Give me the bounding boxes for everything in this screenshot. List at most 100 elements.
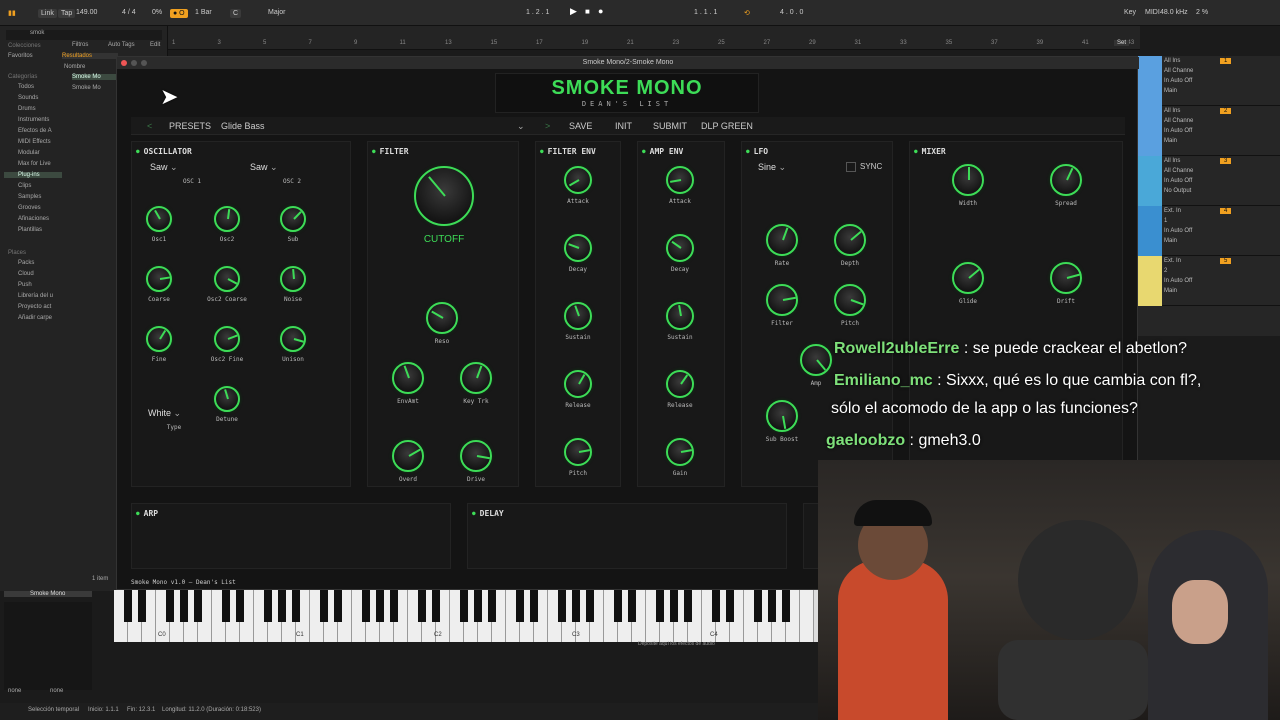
release-knob[interactable]: [564, 370, 592, 398]
filters-button[interactable]: Filtros: [72, 42, 88, 48]
track-clip[interactable]: [1138, 256, 1162, 306]
track-channel[interactable]: 1: [1164, 218, 1167, 224]
name-column-header[interactable]: Nombre: [64, 64, 85, 70]
tap-button[interactable]: Tap: [58, 9, 76, 18]
category-sounds[interactable]: Sounds: [4, 95, 62, 101]
track-channel[interactable]: All Channe: [1164, 68, 1193, 74]
quantize-select[interactable]: 1 Bar: [195, 9, 212, 16]
black-key[interactable]: [138, 590, 146, 622]
place-packs[interactable]: Packs: [4, 260, 34, 266]
black-key[interactable]: [572, 590, 580, 622]
black-key[interactable]: [124, 590, 132, 622]
black-key[interactable]: [656, 590, 664, 622]
black-key[interactable]: [586, 590, 594, 622]
prev-preset-button[interactable]: <: [147, 121, 152, 131]
black-key[interactable]: [194, 590, 202, 622]
place-a-adir-carpe[interactable]: Añadir carpe: [4, 315, 52, 321]
category-clips[interactable]: Clips: [4, 183, 62, 189]
osc1-knob[interactable]: [146, 206, 172, 232]
lfo-shape-select[interactable]: Sine: [758, 162, 830, 173]
black-key[interactable]: [628, 590, 636, 622]
loop-start[interactable]: 1 . 1 . 1: [694, 9, 717, 16]
black-key[interactable]: [670, 590, 678, 622]
black-key[interactable]: [292, 590, 300, 622]
black-key[interactable]: [390, 590, 398, 622]
track-monitor[interactable]: In Auto Off: [1164, 278, 1192, 284]
category-instruments[interactable]: Instruments: [4, 117, 62, 123]
black-key[interactable]: [684, 590, 692, 622]
autotags-button[interactable]: Auto Tags: [108, 42, 135, 48]
arrangement-position[interactable]: 1 . 2 . 1: [526, 9, 549, 16]
track-output[interactable]: No Output: [1164, 188, 1191, 194]
black-key[interactable]: [768, 590, 776, 622]
track-number[interactable]: 4: [1220, 208, 1232, 214]
black-key[interactable]: [782, 590, 790, 622]
tempo-field[interactable]: 149.00: [76, 9, 97, 16]
black-key[interactable]: [264, 590, 272, 622]
favorites-item[interactable]: Favoritos: [8, 53, 33, 59]
place-proyecto-act[interactable]: Proyecto act: [4, 304, 51, 310]
track-monitor[interactable]: In Auto Off: [1164, 128, 1192, 134]
loop-icon[interactable]: ⟲: [744, 9, 750, 17]
minimize-window-icon[interactable]: [131, 60, 137, 66]
black-key[interactable]: [432, 590, 440, 622]
detune-knob[interactable]: [214, 386, 240, 412]
output-select[interactable]: none: [50, 688, 63, 694]
glide-knob[interactable]: [952, 262, 984, 294]
track-input[interactable]: All Ins: [1164, 108, 1180, 114]
black-key[interactable]: [530, 590, 538, 622]
track-input[interactable]: All Ins: [1164, 158, 1180, 164]
category-afinaciones[interactable]: Afinaciones: [4, 216, 62, 222]
track-input[interactable]: All Ins: [1164, 58, 1180, 64]
device-chain-header[interactable]: Smoke Mono: [4, 591, 92, 597]
osc2-coarse-knob[interactable]: [214, 266, 240, 292]
track-number[interactable]: 3: [1220, 158, 1232, 164]
category-modular[interactable]: Modular: [4, 150, 62, 156]
pitch-knob[interactable]: [564, 438, 592, 466]
gain-knob[interactable]: [666, 438, 694, 466]
sub-boost-knob[interactable]: [766, 400, 798, 432]
presets-button[interactable]: PRESETS: [169, 121, 211, 131]
track-input[interactable]: Ext. In: [1164, 258, 1181, 264]
black-key[interactable]: [376, 590, 384, 622]
release-knob[interactable]: [666, 370, 694, 398]
osc2-knob[interactable]: [214, 206, 240, 232]
maximize-window-icon[interactable]: [141, 60, 147, 66]
overd-knob[interactable]: [392, 440, 424, 472]
category-efectos-de-a[interactable]: Efectos de A: [4, 128, 62, 134]
category-midi-effects[interactable]: MIDI Effects: [4, 139, 62, 145]
black-key[interactable]: [334, 590, 342, 622]
drive-knob[interactable]: [460, 440, 492, 472]
cutoff-knob[interactable]: [414, 166, 474, 226]
sub-knob[interactable]: [280, 206, 306, 232]
track-clip[interactable]: [1138, 106, 1162, 156]
track-output[interactable]: Main: [1164, 238, 1177, 244]
black-key[interactable]: [320, 590, 328, 622]
preset-dropdown-icon[interactable]: ⌄: [517, 121, 525, 132]
attack-knob[interactable]: [564, 166, 592, 194]
save-button[interactable]: SAVE: [569, 121, 592, 131]
category-plug-ins[interactable]: Plug-ins: [4, 172, 62, 178]
fine-knob[interactable]: [146, 326, 172, 352]
set-button[interactable]: Set: [1114, 40, 1130, 46]
filter-knob[interactable]: [766, 284, 798, 316]
theme-button[interactable]: DLP GREEN: [701, 121, 753, 131]
black-key[interactable]: [712, 590, 720, 622]
category-todos[interactable]: Todos: [4, 84, 62, 90]
edit-button[interactable]: Edit: [150, 42, 160, 48]
record-button[interactable]: ●: [598, 6, 603, 16]
black-key[interactable]: [474, 590, 482, 622]
track-number[interactable]: 1: [1220, 58, 1232, 64]
result-item[interactable]: Smoke Mo: [72, 85, 101, 91]
track-number[interactable]: 5: [1220, 258, 1232, 264]
key-map-button[interactable]: Key: [1124, 9, 1136, 16]
key-trk-knob[interactable]: [460, 362, 492, 394]
black-key[interactable]: [516, 590, 524, 622]
time-signature[interactable]: 4 / 4: [122, 9, 136, 16]
black-key[interactable]: [558, 590, 566, 622]
black-key[interactable]: [362, 590, 370, 622]
piano-keyboard[interactable]: C0 C1 C2 C3 C4: [114, 590, 818, 642]
track-channel[interactable]: All Channe: [1164, 168, 1193, 174]
track-clip[interactable]: [1138, 56, 1162, 106]
track-output[interactable]: Main: [1164, 138, 1177, 144]
